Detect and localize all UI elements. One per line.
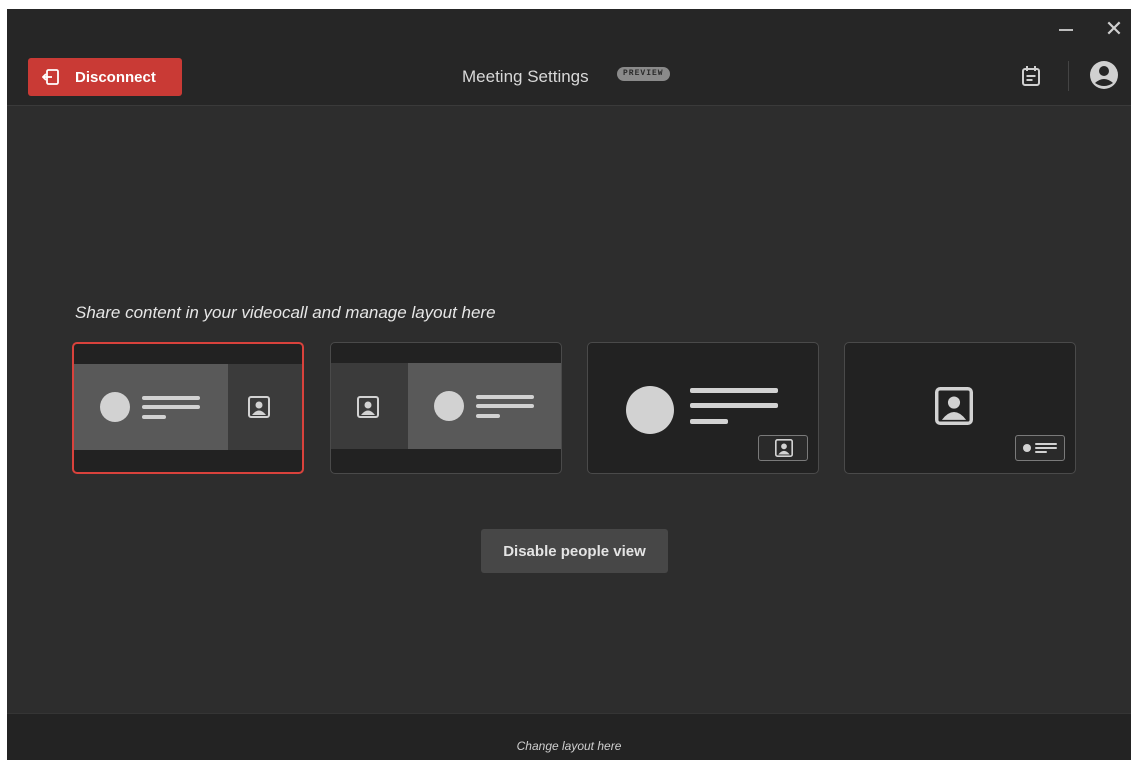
content-dot xyxy=(1023,444,1031,452)
layout-option-people-full[interactable] xyxy=(844,342,1076,474)
people-pip xyxy=(758,435,808,461)
disconnect-button[interactable]: Disconnect xyxy=(28,58,182,96)
minimize-icon[interactable] xyxy=(1054,17,1078,41)
content-line xyxy=(142,415,166,419)
account-icon[interactable] xyxy=(1089,60,1119,90)
disable-people-view-button[interactable]: Disable people view xyxy=(481,529,668,573)
content-line xyxy=(690,403,778,408)
content-dot xyxy=(434,391,464,421)
header-bar: ✕ Disconnect Meeting Settings PREVIEW xyxy=(7,9,1131,106)
content-pip xyxy=(1015,435,1065,461)
disconnect-label: Disconnect xyxy=(75,68,156,86)
app-window: ✕ Disconnect Meeting Settings PREVIEW Sh… xyxy=(7,9,1131,760)
content-line xyxy=(1035,447,1057,449)
layout-option-content-left[interactable] xyxy=(72,342,304,474)
person-icon xyxy=(248,396,270,418)
preview-badge: PREVIEW xyxy=(617,67,670,81)
person-icon xyxy=(357,396,379,418)
footer-hint: Change layout here xyxy=(516,739,622,753)
logout-icon xyxy=(42,69,59,85)
content-line xyxy=(476,414,500,418)
footer-bar: Change layout here xyxy=(7,713,1131,760)
content-line xyxy=(690,388,778,393)
content-line xyxy=(476,404,534,408)
close-icon[interactable]: ✕ xyxy=(1102,17,1126,41)
person-icon xyxy=(775,439,793,457)
content-line xyxy=(1035,451,1047,453)
person-icon xyxy=(935,387,973,425)
content-dot xyxy=(626,386,674,434)
layout-preview xyxy=(74,364,302,450)
content-dot xyxy=(100,392,130,422)
header-divider xyxy=(1068,61,1069,91)
content-line xyxy=(1035,443,1057,445)
layout-prompt: Share content in your videocall and mana… xyxy=(75,303,496,322)
layout-preview xyxy=(331,363,561,449)
layout-option-content-right[interactable] xyxy=(330,342,562,474)
calendar-icon[interactable] xyxy=(1021,65,1041,87)
layout-option-content-full[interactable] xyxy=(587,342,819,474)
page-title: Meeting Settings xyxy=(462,67,589,86)
content-line xyxy=(476,395,534,399)
content-line xyxy=(142,396,200,400)
content-line xyxy=(142,405,200,409)
content-line xyxy=(690,419,728,424)
